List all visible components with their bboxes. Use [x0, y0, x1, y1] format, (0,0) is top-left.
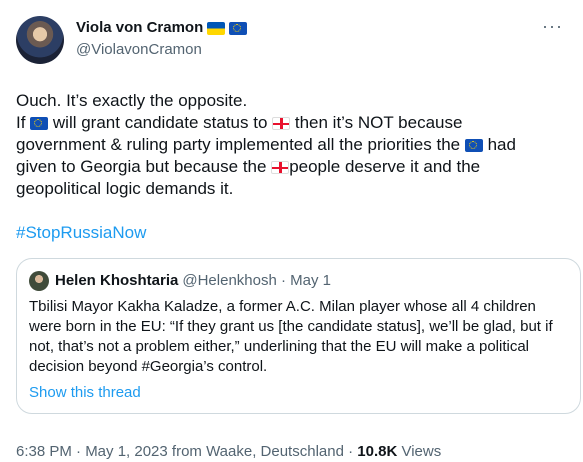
tweet-header: Viola von Cramon @ViolavonCramon [16, 16, 565, 72]
handle[interactable]: @ViolavonCramon [76, 40, 247, 60]
georgia-flag-icon [271, 161, 290, 175]
text-segment: Ouch. It’s exactly the opposite. [16, 91, 248, 110]
tweet-line: given to Georgia but because the people … [16, 156, 565, 178]
quote-text: Tbilisi Mayor Kakha Kaladze, a former A.… [29, 297, 568, 377]
text-segment: had [482, 135, 516, 154]
quote-line: Tbilisi Mayor Kakha Kaladze, a former A.… [29, 298, 536, 315]
quote-header: Helen Khoshtaria @Helenkhosh · May 1 [29, 271, 568, 291]
text-segment: If [16, 113, 31, 132]
display-name[interactable]: Viola von Cramon [76, 18, 203, 38]
more-icon[interactable]: ··· [542, 17, 563, 35]
avatar[interactable] [16, 16, 64, 64]
eu-flag-icon [30, 117, 49, 131]
quoted-tweet[interactable]: Helen Khoshtaria @Helenkhosh · May 1 Tbi… [16, 258, 581, 414]
quote-line: not, that’s not a problem either,” under… [29, 338, 529, 355]
tweet-text: Ouch. It’s exactly the opposite. If will… [16, 90, 565, 244]
quote-meta: @Helenkhosh · May 1 [182, 272, 331, 289]
views-count[interactable]: 10.8K [357, 443, 397, 460]
text-segment: will grant candidate status to [48, 113, 273, 132]
views-label: Views [397, 443, 442, 460]
quote-line: decision beyond #Georgia’s control. [29, 358, 268, 375]
text-segment: then it’s NOT because [290, 113, 463, 132]
text-segment: people deserve it and the [289, 157, 481, 176]
quote-author-name[interactable]: Helen Khoshtaria [55, 271, 178, 291]
tweet-line: government & ruling party implemented al… [16, 134, 565, 156]
show-thread-link[interactable]: Show this thread [29, 383, 568, 403]
timestamp[interactable]: 6:38 PM · May 1, 2023 from Waake, Deutsc… [16, 443, 357, 460]
eu-flag-icon [464, 139, 483, 153]
tweet-line: If will grant candidate status to then i… [16, 112, 565, 134]
tweet-footer: 6:38 PM · May 1, 2023 from Waake, Deutsc… [16, 442, 565, 462]
text-segment: government & ruling party implemented al… [16, 135, 465, 154]
tweet-line: Ouch. It’s exactly the opposite. [16, 90, 565, 112]
tweet-card: Viola von Cramon @ViolavonCramon ··· Ouc… [0, 0, 583, 460]
hashtag-link[interactable]: #StopRussiaNow [16, 222, 565, 244]
quote-line: were born in the EU: “If they grant us [… [29, 318, 553, 335]
author-block: Viola von Cramon @ViolavonCramon [76, 18, 248, 60]
eu-flag-icon [229, 21, 248, 35]
text-segment: geopolitical logic demands it. [16, 179, 234, 198]
tweet-line: geopolitical logic demands it. [16, 178, 565, 200]
georgia-flag-icon [272, 117, 291, 131]
text-segment: given to Georgia but because the [16, 157, 272, 176]
ukraine-flag-icon [207, 21, 226, 35]
quote-avatar[interactable] [29, 271, 49, 291]
display-name-row: Viola von Cramon [76, 18, 248, 38]
